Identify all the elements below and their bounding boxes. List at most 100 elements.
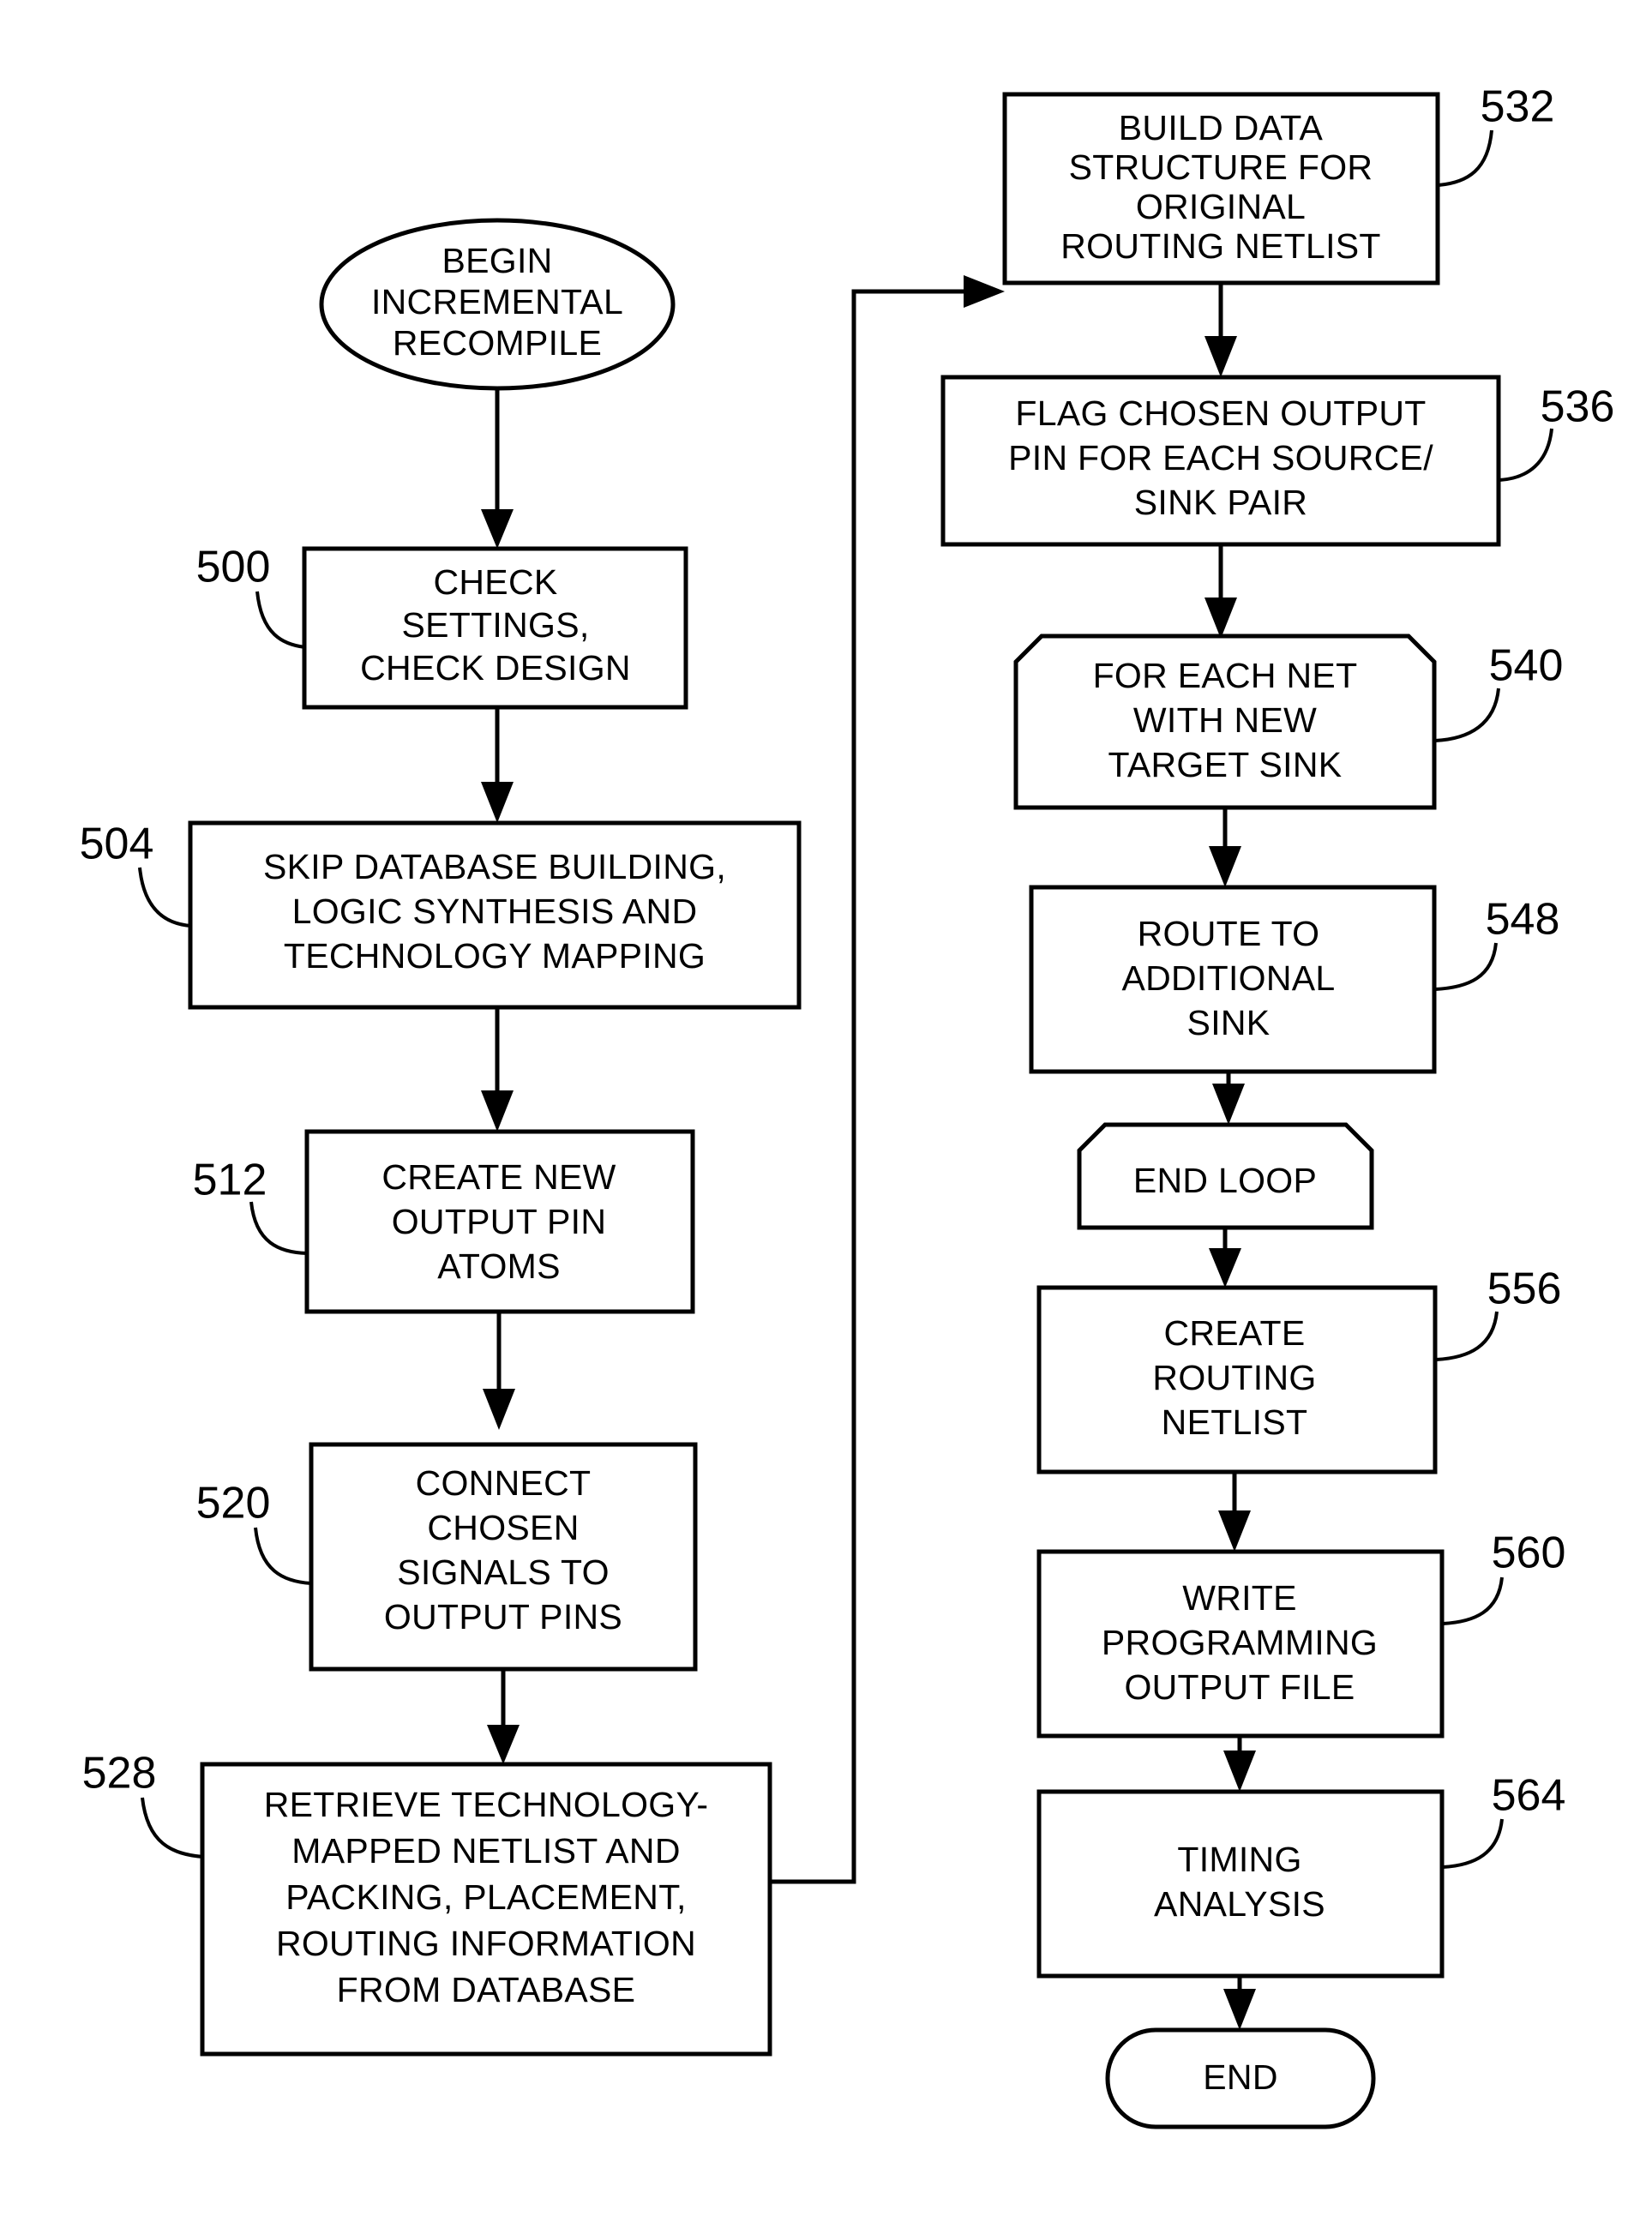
ref-500: 500 [196, 543, 306, 649]
ref-label-500: 500 [196, 543, 271, 592]
edge-build-data-structure-to-flag-output-pin [1204, 283, 1237, 377]
ref-label-512: 512 [193, 1156, 267, 1205]
node-write-programming-file-line-2: OUTPUT FILE [1124, 1667, 1355, 1707]
node-retrieve-netlist-line-1: MAPPED NETLIST AND [291, 1831, 680, 1871]
node-build-data-structure-line-2: ORIGINAL [1136, 187, 1306, 226]
arrowhead-icon [481, 782, 514, 823]
node-create-output-pins: CREATE NEW OUTPUT PIN ATOMS [304, 1129, 695, 1314]
arrowhead-icon [1204, 598, 1237, 639]
node-route-additional-sink-line-1: ADDITIONAL [1121, 958, 1335, 998]
node-flag-output-pin-line-0: FLAG CHOSEN OUTPUT [1015, 393, 1426, 433]
node-begin-line-1: INCREMENTAL [371, 282, 623, 321]
arrowhead-icon [1223, 1751, 1256, 1792]
node-end: END [1105, 2027, 1376, 2129]
edge-timing-analysis-to-end [1223, 1976, 1256, 2030]
node-check-settings-line-0: CHECK [433, 562, 557, 602]
node-skip-database-line-2: TECHNOLOGY MAPPING [284, 936, 706, 976]
node-timing-analysis-line-1: ANALYSIS [1154, 1884, 1325, 1924]
node-route-additional-sink-line-0: ROUTE TO [1138, 914, 1320, 953]
ref-528: 528 [82, 1749, 204, 1859]
node-create-routing-netlist: CREATE ROUTING NETLIST [1036, 1285, 1438, 1474]
ref-520: 520 [196, 1479, 312, 1585]
node-for-each-net: FOR EACH NET WITH NEW TARGET SINK [1013, 634, 1437, 810]
node-write-programming-file: WRITE PROGRAMMING OUTPUT FILE [1036, 1549, 1445, 1739]
ref-label-564: 564 [1492, 1771, 1566, 1821]
node-create-routing-netlist-line-0: CREATE [1163, 1313, 1305, 1353]
node-retrieve-netlist-line-3: ROUTING INFORMATION [276, 1924, 696, 1963]
ref-512: 512 [193, 1156, 308, 1255]
node-flag-output-pin: FLAG CHOSEN OUTPUT PIN FOR EACH SOURCE/ … [940, 375, 1501, 547]
arrowhead-icon [1209, 1248, 1241, 1288]
edge-check-settings-to-skip-database [481, 707, 514, 823]
ref-504: 504 [80, 820, 192, 928]
edge-begin-to-check-settings [481, 388, 514, 549]
node-end-loop-line-0: END LOOP [1133, 1161, 1317, 1200]
node-for-each-net-line-2: TARGET SINK [1108, 745, 1343, 784]
ref-560: 560 [1442, 1528, 1566, 1625]
node-for-each-net-line-1: WITH NEW [1133, 700, 1317, 740]
arrowhead-icon [964, 275, 1005, 308]
node-build-data-structure: BUILD DATA STRUCTURE FOR ORIGINAL ROUTIN… [1002, 92, 1440, 285]
ref-label-556: 556 [1487, 1264, 1562, 1314]
ref-label-532: 532 [1481, 82, 1555, 132]
node-retrieve-netlist: RETRIEVE TECHNOLOGY- MAPPED NETLIST AND … [200, 1762, 772, 2057]
node-build-data-structure-line-1: STRUCTURE FOR [1069, 147, 1373, 187]
ref-label-560: 560 [1492, 1528, 1566, 1578]
arrowhead-icon [1218, 1510, 1251, 1552]
ref-564: 564 [1442, 1771, 1566, 1869]
edge-write-programming-file-to-timing-analysis [1223, 1736, 1256, 1792]
node-check-settings-line-1: SETTINGS, [401, 605, 589, 645]
ref-label-548: 548 [1486, 895, 1560, 945]
node-build-data-structure-line-0: BUILD DATA [1119, 108, 1324, 147]
arrowhead-icon [483, 1389, 515, 1430]
node-connect-signals-line-1: CHOSEN [427, 1508, 579, 1547]
node-route-additional-sink: ROUTE TO ADDITIONAL SINK [1029, 885, 1437, 1074]
node-retrieve-netlist-line-0: RETRIEVE TECHNOLOGY- [264, 1785, 709, 1824]
ref-label-528: 528 [82, 1749, 157, 1799]
node-connect-signals: CONNECT CHOSEN SIGNALS TO OUTPUT PINS [309, 1442, 698, 1672]
node-timing-analysis: TIMING ANALYSIS [1036, 1789, 1445, 1979]
edge-flag-output-pin-to-for-each-net [1204, 544, 1237, 639]
arrowhead-icon [1209, 846, 1241, 887]
node-check-settings: CHECK SETTINGS, CHECK DESIGN [302, 546, 688, 710]
edge-skip-database-to-create-output-pins [481, 1007, 514, 1132]
ref-label-540: 540 [1489, 641, 1564, 691]
node-flag-output-pin-line-1: PIN FOR EACH SOURCE/ [1008, 438, 1433, 477]
ref-label-520: 520 [196, 1479, 271, 1528]
node-for-each-net-line-0: FOR EACH NET [1093, 656, 1358, 695]
edge-route-additional-sink-to-end-loop [1212, 1072, 1245, 1125]
node-create-routing-netlist-line-1: ROUTING [1152, 1358, 1316, 1397]
node-end-loop: END LOOP [1077, 1122, 1374, 1230]
ref-label-536: 536 [1541, 382, 1615, 432]
node-retrieve-netlist-line-4: FROM DATABASE [337, 1970, 636, 2009]
node-route-additional-sink-line-2: SINK [1187, 1003, 1271, 1042]
edge-end-loop-to-create-routing-netlist [1209, 1228, 1241, 1288]
node-begin: BEGIN INCREMENTAL RECOMPILE [319, 218, 676, 391]
node-create-routing-netlist-line-2: NETLIST [1162, 1402, 1308, 1442]
node-write-programming-file-line-1: PROGRAMMING [1102, 1623, 1378, 1662]
arrowhead-icon [487, 1725, 520, 1764]
node-skip-database-line-1: LOGIC SYNTHESIS AND [292, 892, 698, 931]
node-end-line-0: END [1203, 2057, 1277, 2097]
node-create-output-pins-line-0: CREATE NEW [381, 1157, 616, 1197]
node-begin-line-0: BEGIN [442, 241, 552, 280]
arrowhead-icon [481, 1090, 514, 1132]
node-build-data-structure-line-3: ROUTING NETLIST [1060, 226, 1381, 266]
edge-create-output-pins-to-connect-signals [483, 1312, 515, 1430]
edge-create-routing-netlist-to-write-programming-file [1218, 1472, 1251, 1552]
node-begin-line-2: RECOMPILE [393, 323, 602, 363]
ref-548: 548 [1434, 895, 1560, 991]
ref-556: 556 [1435, 1264, 1562, 1361]
arrowhead-icon [1212, 1084, 1245, 1125]
arrowhead-icon [1223, 1989, 1256, 2030]
ref-536: 536 [1499, 382, 1615, 482]
ref-label-504: 504 [80, 820, 154, 869]
ref-540: 540 [1434, 641, 1564, 742]
node-timing-analysis-line-0: TIMING [1177, 1840, 1301, 1879]
node-connect-signals-line-2: SIGNALS TO [397, 1552, 610, 1592]
arrowhead-icon [1204, 336, 1237, 377]
node-write-programming-file-line-0: WRITE [1182, 1578, 1297, 1618]
ref-532: 532 [1438, 82, 1555, 187]
node-create-output-pins-line-2: ATOMS [437, 1246, 561, 1286]
node-skip-database: SKIP DATABASE BUILDING, LOGIC SYNTHESIS … [188, 820, 802, 1010]
